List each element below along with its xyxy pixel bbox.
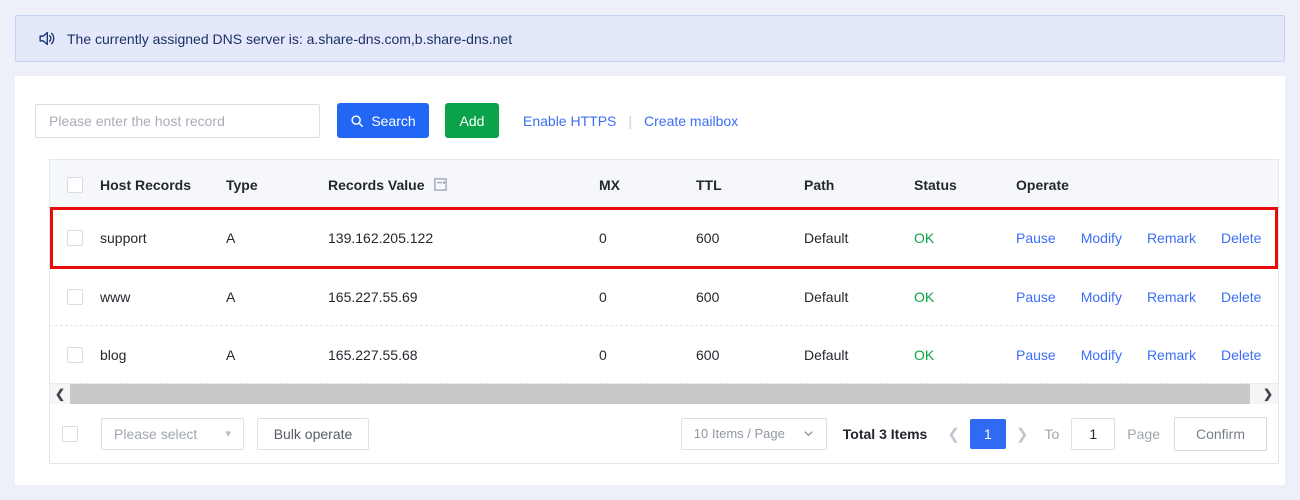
delete-link[interactable]: Delete — [1221, 347, 1261, 363]
status-cell: OK — [914, 230, 1016, 246]
table-header-row: Host Records Type Records Value MX TTL P… — [50, 160, 1278, 209]
status-cell: OK — [914, 347, 1016, 363]
table-row-support[interactable]: support A 139.162.205.122 0 600 Default … — [50, 209, 1278, 267]
records-table: Host Records Type Records Value MX TTL P… — [49, 159, 1279, 464]
remark-link[interactable]: Remark — [1147, 289, 1196, 305]
modify-link[interactable]: Modify — [1081, 230, 1122, 246]
pause-link[interactable]: Pause — [1016, 289, 1056, 305]
path-cell: Default — [804, 230, 914, 246]
pagination: 10 Items / Page Total 3 Items ❮ 1 ❯ To P… — [681, 417, 1267, 451]
toolbar: Search Add Enable HTTPS | Create mailbox — [35, 103, 1266, 138]
col-path: Path — [804, 177, 914, 193]
bulk-select-checkbox[interactable] — [62, 426, 78, 442]
items-per-page-value: 10 Items / Page — [694, 426, 785, 441]
remark-link[interactable]: Remark — [1147, 347, 1196, 363]
path-cell: Default — [804, 289, 914, 305]
enable-https-link[interactable]: Enable HTTPS — [523, 113, 616, 129]
bulk-operate-button[interactable]: Bulk operate — [257, 418, 369, 450]
delete-link[interactable]: Delete — [1221, 289, 1261, 305]
prev-page-icon[interactable]: ❮ — [937, 425, 970, 443]
search-button-label: Search — [371, 113, 415, 129]
horizontal-scrollbar[interactable]: ❮ ❯ — [50, 383, 1278, 404]
create-mailbox-link[interactable]: Create mailbox — [644, 113, 738, 129]
select-all-checkbox[interactable] — [67, 177, 83, 193]
records-value-cell: 139.162.205.122 — [328, 230, 599, 246]
row-checkbox[interactable] — [67, 289, 83, 305]
status-cell: OK — [914, 289, 1016, 305]
type-cell: A — [226, 230, 328, 246]
type-cell: A — [226, 289, 328, 305]
pause-link[interactable]: Pause — [1016, 230, 1056, 246]
col-records-value-label: Records Value — [328, 177, 425, 193]
scroll-right-icon[interactable]: ❯ — [1258, 384, 1278, 404]
bulk-action-select-value: Please select — [114, 426, 197, 442]
col-status: Status — [914, 177, 1016, 193]
remark-link[interactable]: Remark — [1147, 230, 1196, 246]
host-record-cell: blog — [100, 347, 226, 363]
table-row-www[interactable]: www A 165.227.55.69 0 600 Default OK Pau… — [50, 267, 1278, 325]
ttl-cell: 600 — [696, 347, 804, 363]
mx-cell: 0 — [599, 230, 696, 246]
link-divider: | — [628, 113, 632, 129]
records-value-display-icon[interactable] — [433, 177, 448, 192]
chevron-down-icon: ▾ — [225, 427, 231, 440]
host-record-search-input[interactable] — [35, 104, 320, 138]
records-value-cell: 165.227.55.69 — [328, 289, 599, 305]
col-type: Type — [226, 177, 328, 193]
dns-server-banner: The currently assigned DNS server is: a.… — [15, 15, 1285, 62]
row-checkbox[interactable] — [67, 230, 83, 246]
type-cell: A — [226, 347, 328, 363]
scrollbar-thumb[interactable] — [70, 384, 1250, 404]
pause-link[interactable]: Pause — [1016, 347, 1056, 363]
col-mx: MX — [599, 177, 696, 193]
host-record-cell: www — [100, 289, 226, 305]
mx-cell: 0 — [599, 347, 696, 363]
confirm-button[interactable]: Confirm — [1174, 417, 1267, 451]
bulk-action-select[interactable]: Please select ▾ — [101, 418, 244, 450]
path-cell: Default — [804, 347, 914, 363]
records-value-cell: 165.227.55.68 — [328, 347, 599, 363]
goto-page-input[interactable] — [1071, 418, 1115, 450]
col-records-value: Records Value — [328, 177, 599, 193]
search-icon — [350, 114, 364, 128]
scroll-left-icon[interactable]: ❮ — [50, 384, 70, 404]
current-page-button[interactable]: 1 — [970, 419, 1006, 449]
col-host-records: Host Records — [100, 177, 226, 193]
dns-records-page: The currently assigned DNS server is: a.… — [0, 0, 1300, 500]
ttl-cell: 600 — [696, 230, 804, 246]
delete-link[interactable]: Delete — [1221, 230, 1261, 246]
mx-cell: 0 — [599, 289, 696, 305]
ttl-cell: 600 — [696, 289, 804, 305]
search-button[interactable]: Search — [337, 103, 429, 138]
total-items-label: Total 3 Items — [843, 426, 928, 442]
items-per-page-select[interactable]: 10 Items / Page — [681, 418, 827, 450]
modify-link[interactable]: Modify — [1081, 347, 1122, 363]
announcement-speaker-icon — [37, 29, 56, 48]
chevron-down-icon — [803, 428, 814, 439]
banner-text: The currently assigned DNS server is: a.… — [67, 31, 512, 47]
goto-to-label: To — [1045, 426, 1060, 442]
row-checkbox[interactable] — [67, 347, 83, 363]
modify-link[interactable]: Modify — [1081, 289, 1122, 305]
records-panel: Search Add Enable HTTPS | Create mailbox… — [15, 76, 1285, 485]
col-ttl: TTL — [696, 177, 804, 193]
table-footer: Please select ▾ Bulk operate 10 Items / … — [50, 404, 1278, 463]
add-button[interactable]: Add — [445, 103, 499, 138]
table-row-blog[interactable]: blog A 165.227.55.68 0 600 Default OK Pa… — [50, 325, 1278, 383]
col-operate: Operate — [1016, 177, 1278, 193]
next-page-icon[interactable]: ❯ — [1006, 425, 1039, 443]
host-record-cell: support — [100, 230, 226, 246]
goto-page-label: Page — [1127, 426, 1160, 442]
